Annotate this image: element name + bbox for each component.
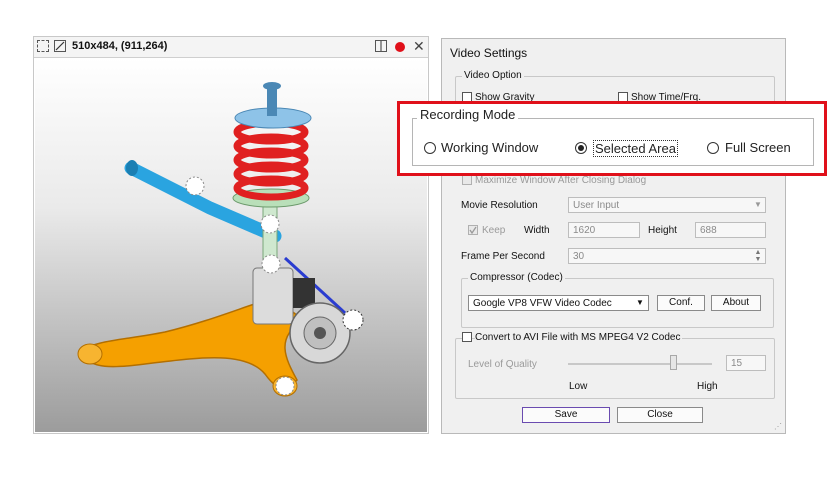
- layout-icon[interactable]: [375, 40, 387, 52]
- close-icon[interactable]: ✕: [413, 38, 425, 55]
- joint-marker: [185, 176, 205, 196]
- working-window-radio[interactable]: [424, 142, 436, 154]
- convert-checkbox[interactable]: [462, 332, 472, 342]
- 3d-viewport[interactable]: [35, 58, 427, 432]
- quality-high-label: High: [697, 381, 718, 392]
- movie-resolution-select[interactable]: User Input: [568, 197, 766, 213]
- full-screen-label: Full Screen: [725, 140, 791, 155]
- video-settings-dialog: Video Settings Video Option Show Gravity…: [441, 38, 786, 434]
- record-dot-icon[interactable]: [395, 42, 405, 52]
- convert-label: Convert to AVI File with MS MPEG4 V2 Cod…: [475, 332, 683, 343]
- resize-icon[interactable]: [54, 40, 66, 52]
- full-screen-radio[interactable]: [707, 142, 719, 154]
- quality-value-field[interactable]: 15: [726, 355, 766, 371]
- recording-mode-highlight: Recording Mode Working Window Selected A…: [397, 101, 827, 176]
- height-field[interactable]: 688: [695, 222, 766, 238]
- quality-slider-track[interactable]: [568, 363, 712, 365]
- hub-bolt: [314, 327, 326, 339]
- steering-knuckle: [252, 267, 294, 325]
- fps-label: Frame Per Second: [461, 251, 545, 262]
- capture-window: 510x484, (911,264) ✕: [33, 36, 429, 434]
- resize-grip-icon[interactable]: ⋰: [774, 422, 782, 431]
- joint-marker: [261, 254, 281, 274]
- compressor-caption: Compressor (Codec): [468, 272, 565, 283]
- maximize-checkbox[interactable]: [462, 175, 472, 185]
- close-button[interactable]: Close: [617, 407, 703, 423]
- video-option-caption: Video Option: [462, 70, 524, 81]
- crop-icon[interactable]: [37, 40, 49, 52]
- coil-spring: [233, 119, 309, 201]
- fps-spinner[interactable]: 30: [568, 248, 766, 264]
- quality-slider-thumb[interactable]: [670, 355, 677, 370]
- joint-marker: [260, 214, 280, 234]
- codec-select[interactable]: Google VP8 VFW Video Codec: [468, 295, 649, 311]
- selected-area-label: Selected Area: [593, 140, 678, 157]
- conf-button[interactable]: Conf.: [657, 295, 705, 311]
- maximize-label: Maximize Window After Closing Dialog: [475, 175, 647, 186]
- width-field[interactable]: 1620: [568, 222, 640, 238]
- width-label: Width: [524, 225, 550, 236]
- joint-marker: [275, 376, 295, 396]
- capture-size-label: 510x484, (911,264): [72, 40, 168, 52]
- chevron-down-icon[interactable]: ▼: [751, 198, 765, 212]
- working-window-label: Working Window: [441, 140, 539, 155]
- strut-nut: [263, 82, 281, 90]
- chevron-down-icon[interactable]: ▼: [633, 296, 647, 310]
- selected-area-radio[interactable]: [575, 142, 587, 154]
- movie-resolution-label: Movie Resolution: [461, 200, 538, 211]
- joint-marker: [342, 309, 364, 331]
- arm-bushing: [77, 343, 103, 365]
- spinner-arrows-icon[interactable]: ▲ ▼: [751, 249, 765, 263]
- stabilizer-bar-end: [126, 160, 138, 176]
- save-button[interactable]: Save: [522, 407, 610, 423]
- quality-low-label: Low: [569, 381, 588, 392]
- dialog-title: Video Settings: [450, 46, 528, 60]
- about-button[interactable]: About: [711, 295, 761, 311]
- keep-checkbox[interactable]: [468, 225, 478, 235]
- height-label: Height: [648, 225, 677, 236]
- suspension-model: [77, 82, 364, 397]
- quality-label: Level of Quality: [468, 359, 537, 370]
- strut-rod: [267, 86, 277, 116]
- keep-label: Keep: [482, 225, 506, 236]
- capture-window-header: 510x484, (911,264) ✕: [34, 37, 428, 58]
- recording-mode-caption: Recording Mode: [417, 107, 519, 122]
